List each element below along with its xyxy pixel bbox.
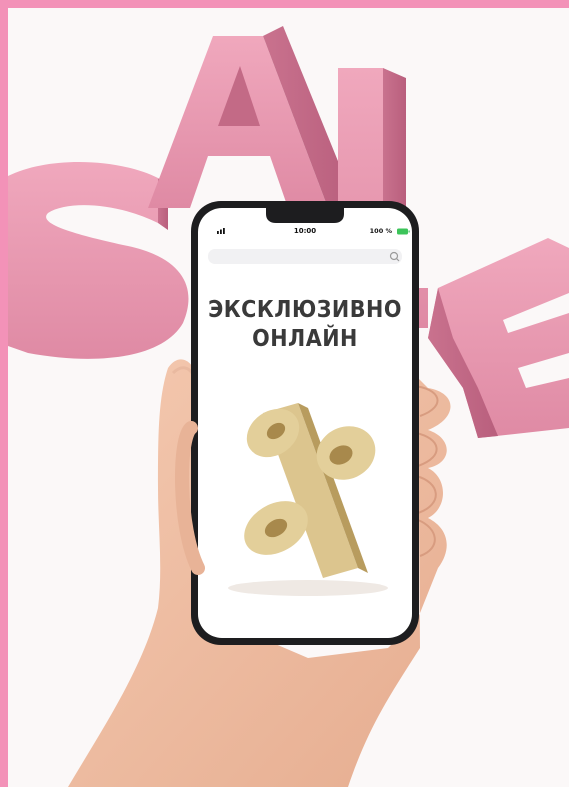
ad-frame: 10:00 100 % ЭКСКЛЮЗИВНО ОНЛАЙН [0,0,569,787]
phone-screen: 10:00 100 % ЭКСКЛЮЗИВНО ОНЛАЙН [191,201,419,645]
letter-a [148,26,353,208]
ad-image: 10:00 100 % ЭКСКЛЮЗИВНО ОНЛАЙН [8,8,569,787]
headline-line-1: ЭКСКЛЮЗИВНО [208,297,402,323]
headline-line-2: ОНЛАЙН [252,326,358,352]
battery-percentage: 100 % [369,227,392,235]
